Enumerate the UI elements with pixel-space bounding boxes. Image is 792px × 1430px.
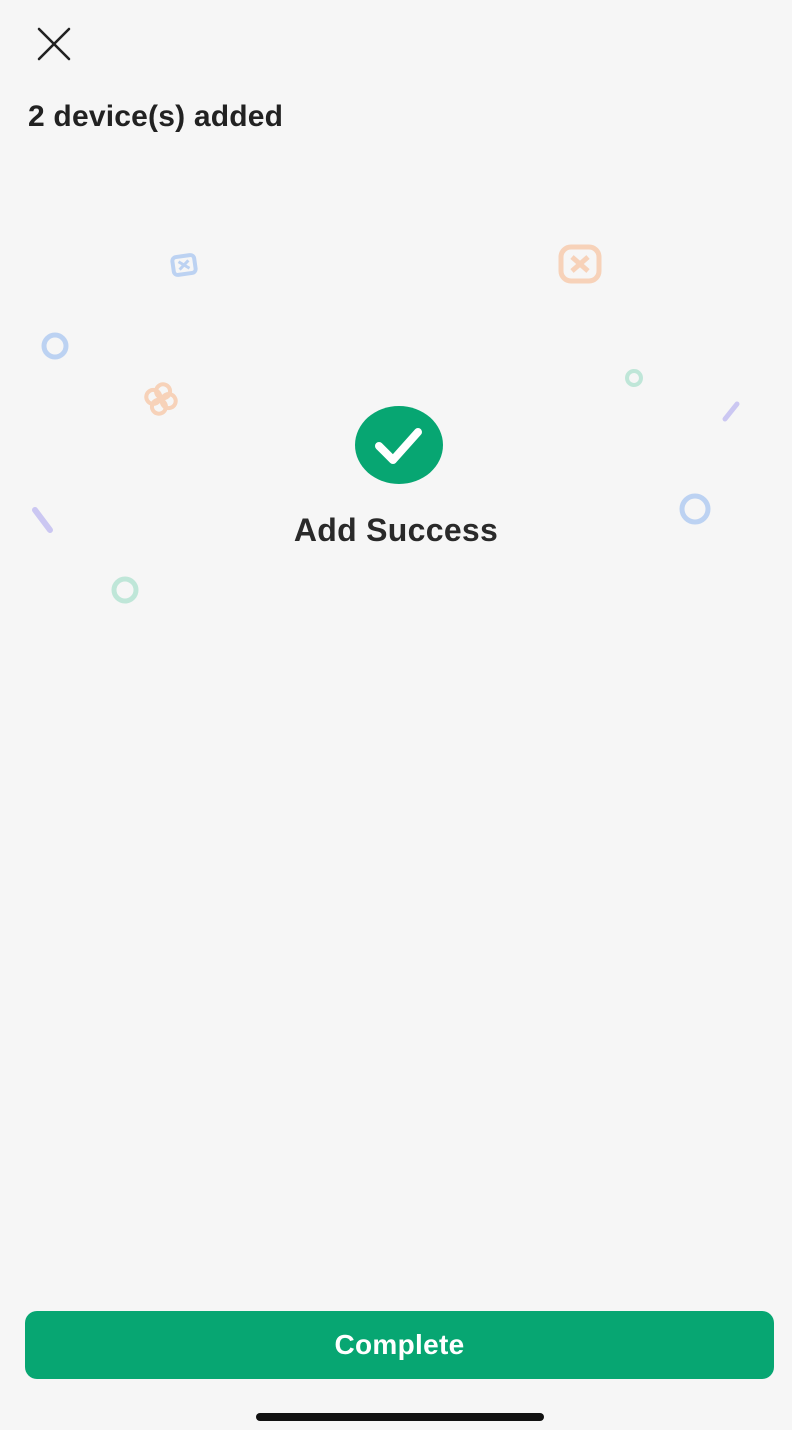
check-circle-icon: [355, 406, 443, 484]
confetti-circle-icon: [111, 576, 139, 604]
confetti-decoration: [32, 244, 740, 604]
success-message: Add Success: [293, 512, 499, 548]
confetti-circle-icon: [41, 332, 69, 360]
complete-button-label: Complete: [334, 1329, 465, 1360]
complete-button[interactable]: Complete: [25, 1311, 774, 1379]
confetti-square-icon: [170, 253, 198, 277]
home-indicator: [256, 1413, 544, 1421]
confetti-dash-icon: [722, 401, 740, 422]
confetti-circle-icon: [625, 369, 643, 387]
confetti-clover-icon: [144, 382, 178, 416]
confetti-square-icon: [558, 244, 602, 284]
